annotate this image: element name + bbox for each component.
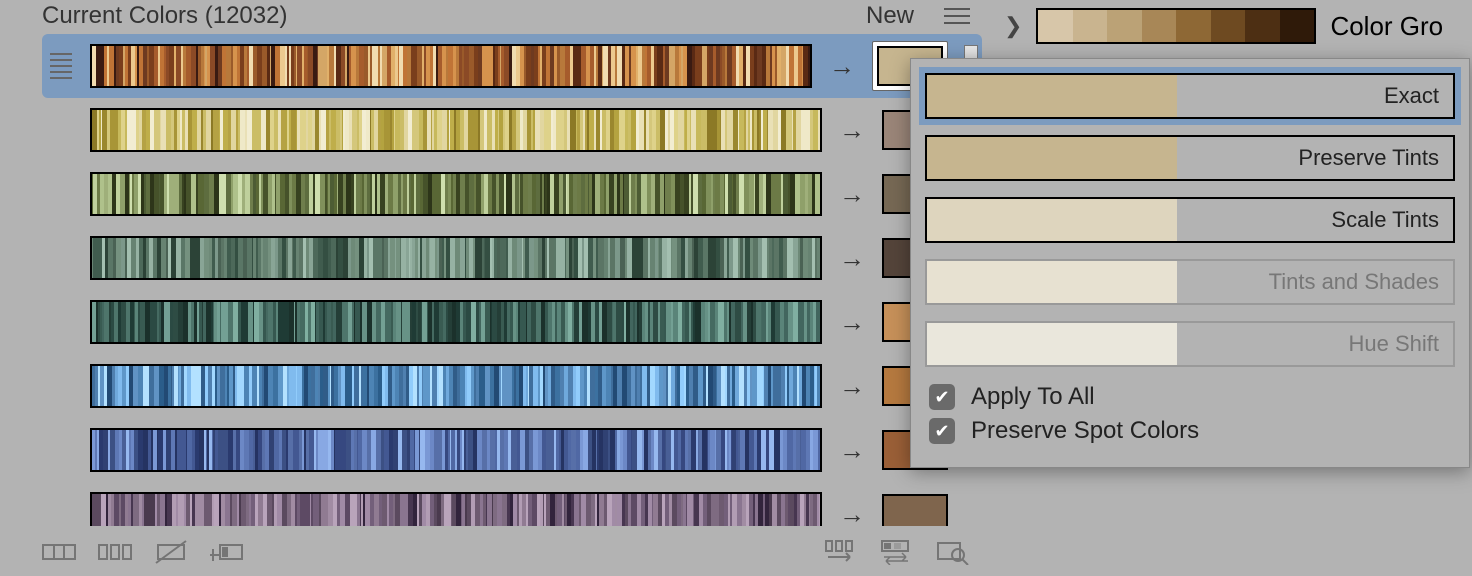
assign-option[interactable]: Preserve Tints <box>925 135 1455 181</box>
source-color-strip[interactable] <box>90 108 822 152</box>
color-group-swatches <box>1036 8 1316 44</box>
option-label: Scale Tints <box>1331 207 1439 233</box>
assign-option[interactable]: Scale Tints <box>925 197 1455 243</box>
color-row[interactable]: →▾ <box>42 290 982 354</box>
assign-option[interactable]: Exact <box>925 73 1455 119</box>
chevron-right-icon[interactable]: ❯ <box>1004 13 1022 39</box>
option-swatch <box>927 323 1177 365</box>
panel-header: Current Colors (12032) New <box>0 0 990 34</box>
option-label: Hue Shift <box>1349 331 1440 357</box>
arrow-right-icon: → <box>838 179 866 210</box>
column-header-new: New <box>866 2 914 30</box>
sort-columns-icon[interactable] <box>824 539 858 565</box>
arrow-right-icon: → <box>828 51 856 82</box>
source-color-strip[interactable] <box>90 236 822 280</box>
arrow-right-icon: → <box>838 435 866 466</box>
assign-method-popover: Exact Preserve Tints Scale Tints Tints and … <box>910 58 1470 468</box>
color-group-row[interactable]: ❯ Color Gro <box>1004 8 1472 44</box>
find-colors-icon[interactable] <box>936 539 970 565</box>
color-group-label: Color Gro <box>1330 11 1443 42</box>
target-swatch[interactable] <box>882 494 948 526</box>
panel-menu-icon[interactable] <box>944 3 970 29</box>
color-row[interactable]: →▾ <box>42 34 982 98</box>
checkbox-checked-icon[interactable]: ✔ <box>929 418 955 444</box>
option-label: Exact <box>1384 83 1439 109</box>
color-row[interactable]: →▾ <box>42 162 982 226</box>
preserve-spot-label: Preserve Spot Colors <box>971 417 1199 445</box>
arrow-right-icon: → <box>838 307 866 338</box>
option-swatch <box>927 75 1177 117</box>
source-color-strip[interactable] <box>90 428 822 472</box>
color-row[interactable]: →▾ <box>42 418 982 482</box>
source-color-strip[interactable] <box>90 492 822 526</box>
randomize-order-icon[interactable] <box>880 539 914 565</box>
merge-icon[interactable] <box>42 539 76 565</box>
color-row[interactable]: →▾ <box>42 482 982 526</box>
arrow-right-icon: → <box>838 371 866 402</box>
checkbox-checked-icon[interactable]: ✔ <box>929 384 955 410</box>
drag-handle-icon[interactable] <box>50 46 72 86</box>
source-color-strip[interactable] <box>90 172 822 216</box>
new-row-icon[interactable] <box>210 539 244 565</box>
apply-to-all-row[interactable]: ✔ Apply To All <box>925 383 1455 411</box>
assign-option: Hue Shift <box>925 321 1455 367</box>
apply-to-all-label: Apply To All <box>971 383 1095 411</box>
toolbar-bottom <box>42 532 970 572</box>
exclude-icon[interactable] <box>154 539 188 565</box>
source-color-strip[interactable] <box>90 44 812 88</box>
arrow-right-icon: → <box>838 499 866 527</box>
option-swatch <box>927 199 1177 241</box>
color-row[interactable]: →▾ <box>42 354 982 418</box>
color-rows: →▾→▾→▾→▾→▾→▾→▾→▾ <box>42 34 982 526</box>
color-row[interactable]: →▾ <box>42 98 982 162</box>
split-icon[interactable] <box>98 539 132 565</box>
option-swatch <box>927 261 1177 303</box>
preserve-spot-row[interactable]: ✔ Preserve Spot Colors <box>925 417 1455 445</box>
source-color-strip[interactable] <box>90 300 822 344</box>
assign-option: Tints and Shades <box>925 259 1455 305</box>
side-panel: ❯ Color Gro Exact Preserve Tints Scale Tin… <box>990 0 1472 576</box>
option-label: Tints and Shades <box>1269 269 1439 295</box>
arrow-right-icon: → <box>838 115 866 146</box>
recolor-panel: Current Colors (12032) New →▾→▾→▾→▾→▾→▾→… <box>0 0 990 576</box>
arrow-right-icon: → <box>838 243 866 274</box>
header-title: Current Colors (12032) <box>42 2 287 30</box>
source-color-strip[interactable] <box>90 364 822 408</box>
option-swatch <box>927 137 1177 179</box>
color-row[interactable]: →▾ <box>42 226 982 290</box>
option-label: Preserve Tints <box>1298 145 1439 171</box>
